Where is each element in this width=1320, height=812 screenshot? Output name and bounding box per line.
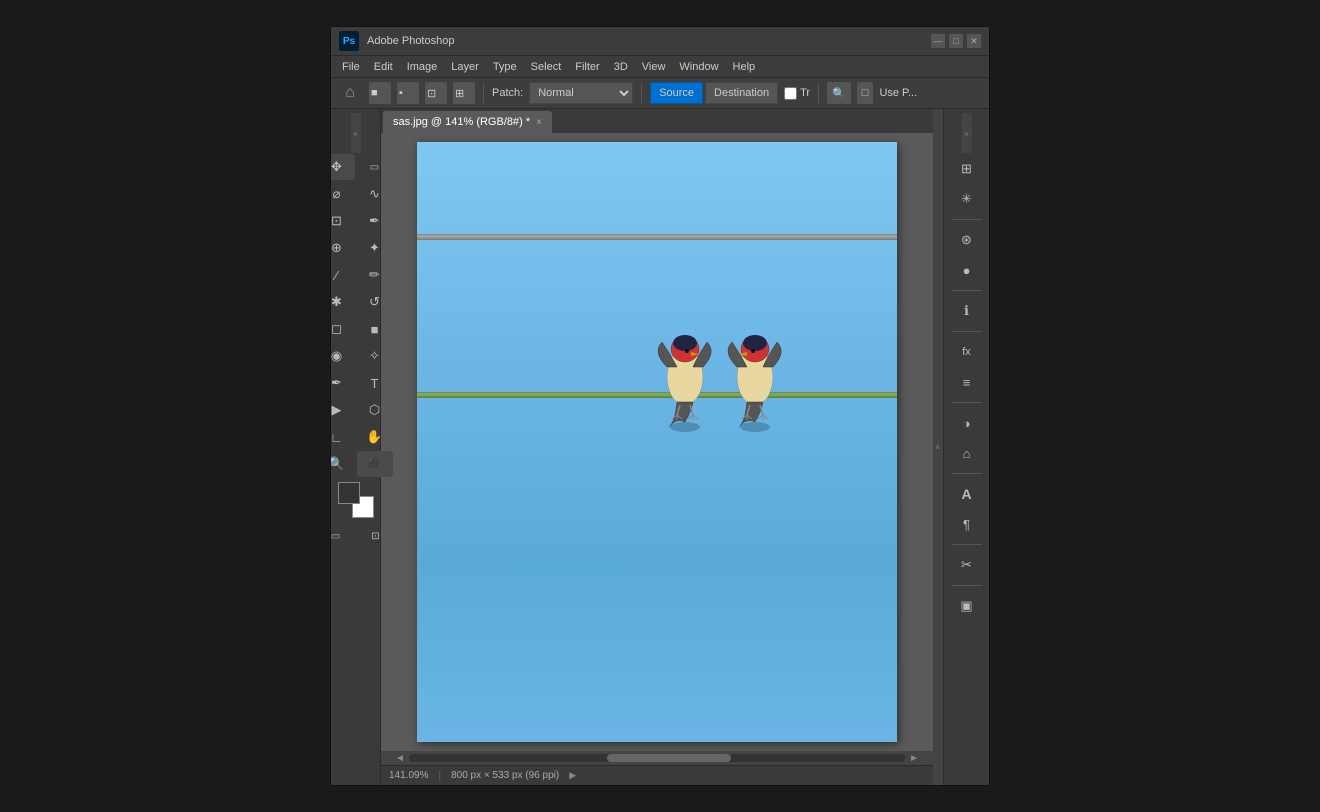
source-dest-group: Source Destination [650, 82, 778, 104]
close-button[interactable]: ✕ [967, 34, 981, 48]
panel-sep-6 [952, 544, 982, 545]
photoshop-window: Ps Adobe Photoshop — □ ✕ File Edit Image… [330, 26, 990, 786]
panel-sep-5 [952, 473, 982, 474]
maximize-button[interactable]: □ [949, 34, 963, 48]
workspace-button[interactable]: □ [857, 82, 874, 104]
left-panel-collapse[interactable]: « [351, 113, 361, 153]
window-controls: — □ ✕ [931, 34, 981, 48]
scrollbar-thumb[interactable] [607, 754, 731, 762]
shape-tool[interactable]: ∟ [331, 424, 355, 450]
menu-view[interactable]: View [635, 59, 673, 75]
menu-select[interactable]: Select [524, 59, 569, 75]
birds-svg [647, 297, 797, 457]
zoom-level: 141.09% [389, 770, 428, 781]
stamp-tool[interactable]: ✱ [331, 289, 355, 315]
lasso-tool[interactable]: ⌀ [331, 181, 355, 207]
menu-filter[interactable]: Filter [568, 59, 606, 75]
panel-sep-4 [952, 402, 982, 403]
brush-tool[interactable]: ∕ [331, 262, 355, 288]
right-panels: » ⊞ ✳ ⊛ ● ℹ fx ≡ ◑ ⌂ A ¶ ✂ ▣ [943, 109, 989, 785]
right-panel-collapse-right[interactable]: » [962, 113, 972, 153]
options-separator-3 [818, 83, 819, 103]
canvas-wrapper[interactable] [381, 133, 933, 751]
minimize-button[interactable]: — [931, 34, 945, 48]
options-separator-1 [483, 83, 484, 103]
path-select-tool[interactable]: ▶ [331, 397, 355, 423]
document-tab[interactable]: sas.jpg @ 141% (RGB/8#) * × [383, 111, 552, 133]
foreground-color-swatch[interactable] [338, 482, 360, 504]
menu-type[interactable]: Type [486, 59, 524, 75]
menu-layer[interactable]: Layer [444, 59, 486, 75]
pen-tool[interactable]: ✒ [331, 370, 355, 396]
eraser-tool[interactable]: ◻ [331, 316, 355, 342]
menu-window[interactable]: Window [672, 59, 725, 75]
canvas-image [417, 142, 897, 742]
menu-image[interactable]: Image [400, 59, 445, 75]
move-tool[interactable]: ✥ [331, 154, 355, 180]
tool-option-4[interactable]: ⊞ [453, 82, 475, 104]
menu-file[interactable]: File [335, 59, 367, 75]
menu-edit[interactable]: Edit [367, 59, 400, 75]
tool-option-1[interactable]: ■ [369, 82, 391, 104]
grid-panel-icon[interactable]: ⊞ [951, 155, 983, 183]
panel-sep-7 [952, 585, 982, 586]
char-panel-icon[interactable]: A [951, 480, 983, 508]
healing-brush-tool[interactable]: ⊕ [331, 235, 355, 261]
source-button[interactable]: Source [650, 82, 703, 104]
document-dimensions: 800 px × 533 px (96 ppi) [451, 770, 559, 781]
layers-panel-icon[interactable]: ≡ [951, 368, 983, 396]
search-button[interactable]: 🔍 [827, 82, 851, 104]
transform-checkbox-label[interactable]: Tr [784, 87, 810, 100]
para-panel-icon[interactable]: ¶ [951, 510, 983, 538]
window-title: Adobe Photoshop [367, 35, 454, 47]
circle-panel-icon[interactable]: ● [951, 256, 983, 284]
adjustment-panel-icon[interactable]: ◑ [951, 409, 983, 437]
separator: | [438, 770, 441, 781]
scrollbar-track[interactable] [409, 754, 905, 762]
title-bar: Ps Adobe Photoshop — □ ✕ [331, 27, 989, 55]
info-panel-icon[interactable]: ℹ [951, 297, 983, 325]
brush-settings-panel-icon[interactable]: ⌂ [951, 439, 983, 467]
horizontal-scrollbar[interactable]: ◄ ► [381, 751, 933, 765]
zoom-tool[interactable]: 🔍 [331, 451, 355, 477]
snowflake-panel-icon[interactable]: ✳ [951, 185, 983, 213]
menu-help[interactable]: Help [726, 59, 763, 75]
wire-top [417, 234, 897, 240]
menu-3d[interactable]: 3D [607, 59, 635, 75]
patch-mode-select[interactable]: Normal Content-Aware [529, 82, 633, 104]
standard-mode-btn[interactable]: ▭ [331, 523, 354, 549]
fx-panel-icon[interactable]: fx [951, 338, 983, 366]
tool-option-2[interactable]: ▪ [397, 82, 419, 104]
tab-close-button[interactable]: × [536, 117, 542, 128]
right-panel-collapse-left[interactable]: « [933, 109, 943, 785]
tools-panel-icon[interactable]: ⊛ [951, 226, 983, 254]
tab-filename: sas.jpg @ 141% (RGB/8#) * [393, 116, 530, 128]
destination-button[interactable]: Destination [705, 82, 778, 104]
options-separator-2 [641, 83, 642, 103]
tool-option-3[interactable]: ⊡ [425, 82, 447, 104]
crop-tool[interactable]: ⊡ [331, 208, 355, 234]
left-toolbar: « ✥ ▭ ⌀ ∿ ⊡ ✒ ⊕ ✦ ∕ ✏ ✱ ↺ [331, 109, 381, 785]
ps-logo: Ps [339, 31, 359, 51]
options-bar: ⌂ ■ ▪ ⊡ ⊞ Patch: Normal Content-Aware So… [331, 77, 989, 109]
blur-tool[interactable]: ◉ [331, 343, 355, 369]
history-panel-icon[interactable]: ▣ [951, 592, 983, 620]
color-swatches[interactable] [338, 482, 374, 518]
home-button[interactable]: ⌂ [337, 80, 363, 106]
status-arrow[interactable]: ▶ [569, 770, 576, 781]
status-bar: 141.09% | 800 px × 533 px (96 ppi) ▶ [381, 765, 933, 785]
tab-bar: sas.jpg @ 141% (RGB/8#) * × [381, 109, 933, 133]
scissors-panel-icon[interactable]: ✂ [951, 551, 983, 579]
transform-checkbox[interactable] [784, 87, 797, 100]
main-content: « ✥ ▭ ⌀ ∿ ⊡ ✒ ⊕ ✦ ∕ ✏ ✱ ↺ [331, 109, 989, 785]
panel-sep-1 [952, 219, 982, 220]
canvas-area: sas.jpg @ 141% (RGB/8#) * × [381, 109, 933, 785]
patch-label: Patch: [492, 87, 523, 99]
menu-bar: File Edit Image Layer Type Select Filter… [331, 55, 989, 77]
panel-sep-2 [952, 290, 982, 291]
panel-sep-3 [952, 331, 982, 332]
use-pattern-label: Use P... [879, 87, 917, 99]
